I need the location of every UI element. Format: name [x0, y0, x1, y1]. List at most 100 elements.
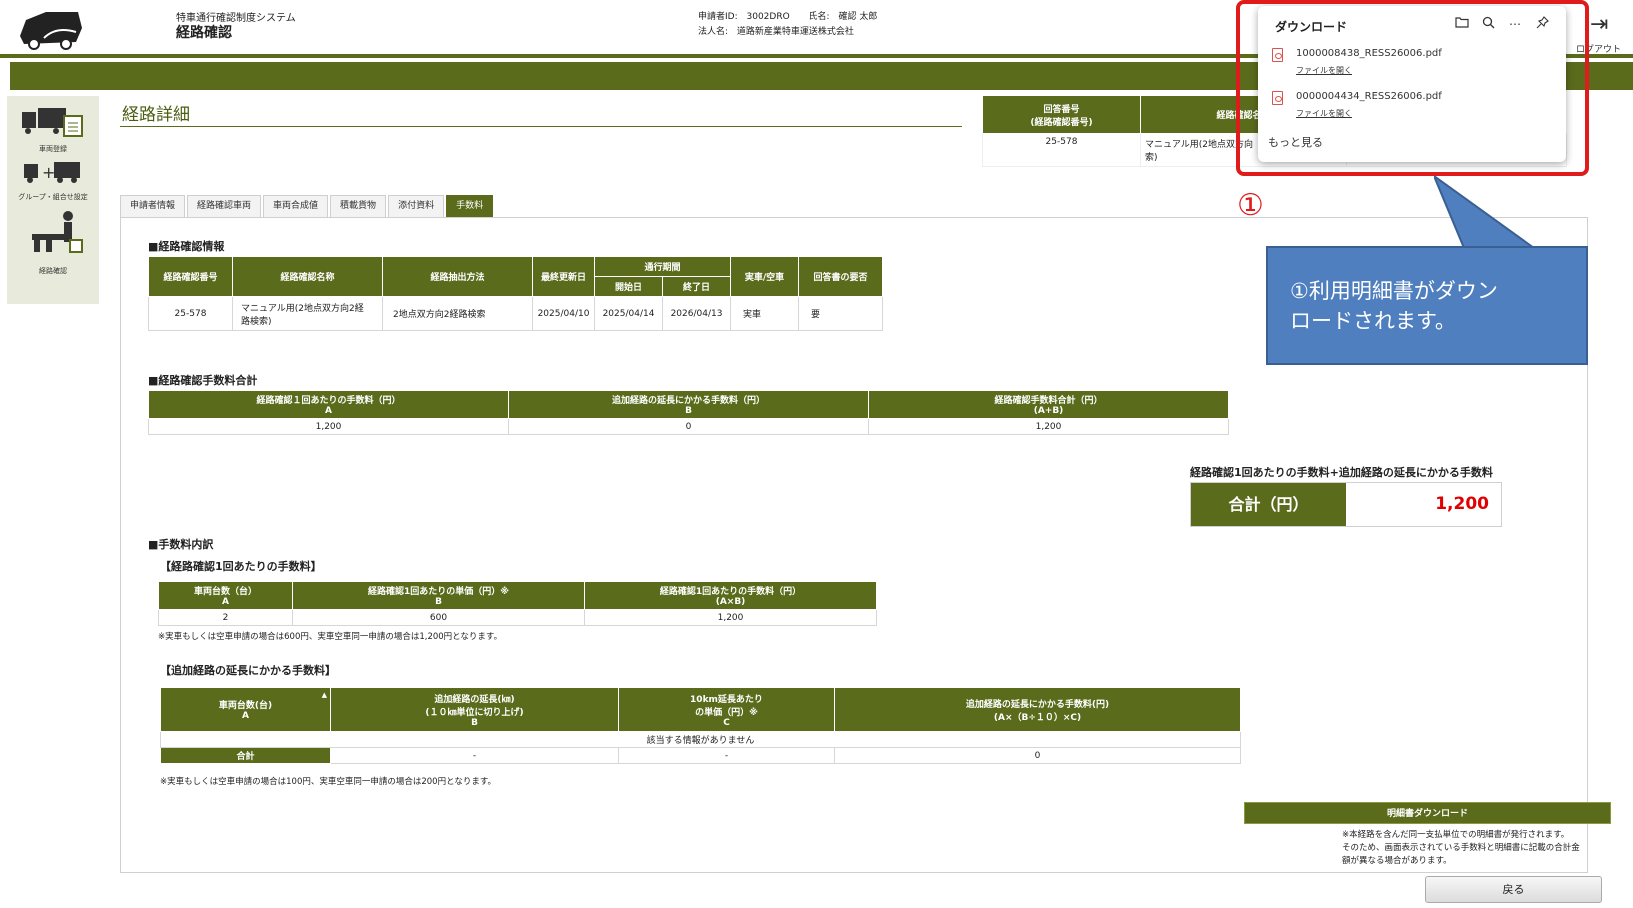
tab-route-vehicles[interactable]: 経路確認車両 — [187, 195, 262, 217]
th-ext-unit-price: 10km延長あたり の単価（円）※ C — [618, 687, 835, 732]
truck-document-icon — [22, 108, 83, 137]
th-end-date: 終了日 — [662, 276, 731, 297]
callout-line: ロードされます。 — [1290, 309, 1456, 333]
header-line: 車両台数(台) — [218, 701, 273, 711]
title-divider — [120, 126, 962, 127]
header-line: (A+B) — [1033, 406, 1064, 416]
th-fee-per-route: 経路確認１回あたりの手数料（円） A — [148, 390, 509, 419]
th-ext-vehicle-count[interactable]: 車両台数(台) A ▲ — [160, 687, 331, 732]
th-load-status: 実車/空車 — [730, 256, 799, 297]
td-fee-per-route: 1,200 — [148, 418, 509, 435]
td-unit-price: 600 — [292, 609, 585, 626]
header-line: A — [242, 711, 249, 721]
total-row-label: 合計 — [160, 747, 331, 764]
header-line: 経路確認1回あたりの手数料（円） — [659, 587, 802, 597]
th-fee-total: 経路確認手数料合計（円） (A+B) — [868, 390, 1229, 419]
th-ext-fee: 追加経路の延長にかかる手数料(円) (A×（B÷１０）×C) — [834, 687, 1241, 732]
header-line: B — [435, 597, 442, 607]
annotation-highlight-frame — [1236, 0, 1589, 176]
sidebar-item-vehicle-registration[interactable]: 車両登録 — [7, 104, 99, 154]
header-line: 回答番号 — [1043, 104, 1080, 115]
th-route-name: 経路確認名称 — [232, 256, 383, 297]
sidebar-item-label: 経路確認 — [39, 267, 67, 275]
header-line: (経路確認番号) — [1030, 117, 1093, 128]
th-route-number: 経路確認番号 — [148, 256, 233, 297]
td-extract-method: 2地点双方向2経路検索 — [382, 296, 533, 331]
cell-line: 路検索) — [241, 316, 272, 327]
th-start-date: 開始日 — [594, 276, 663, 297]
annotation-callout: ①利用明細書がダウン ロードされます。 — [1266, 246, 1588, 365]
td-per-route-fee: 1,200 — [584, 609, 877, 626]
th-period: 通行期間 — [594, 256, 731, 277]
header-line: A — [222, 597, 229, 607]
sidebar-item-route-confirmation[interactable]: 経路確認 — [7, 210, 99, 276]
header-line: 車両台数（台） — [193, 587, 257, 597]
header-line: 経路確認１回あたりの手数料（円） — [256, 396, 401, 406]
td-ext-total-fee: 0 — [834, 747, 1241, 764]
callout-line: ①利用明細書がダウン — [1290, 279, 1498, 303]
header-line: 経路確認1回あたりの単価（円）※ — [367, 587, 509, 597]
note-line: そのため、画面表示されている手数料と明細書に記載の合計金 — [1342, 843, 1580, 853]
sidebar-item-group-settings[interactable]: + グループ・組合せ設定 — [7, 158, 99, 202]
fee-total-title: ■経路確認手数料合計 — [148, 374, 258, 387]
tab-fees[interactable]: 手数料 — [446, 195, 494, 217]
header-line: 10km延長あたり — [690, 694, 763, 705]
th-per-route-fee: 経路確認1回あたりの手数料（円） (A×B) — [584, 581, 877, 610]
header-line: (A×B) — [715, 597, 746, 607]
breakdown-title: ■手数料内訳 — [148, 538, 214, 551]
logout-icon[interactable]: ⇥ — [1590, 12, 1608, 37]
corp-name: 道路新産業特車運送株式会社 — [736, 27, 854, 37]
grand-total-box: 合計（円） 1,200 — [1190, 482, 1502, 527]
td-ext-total-price: - — [618, 747, 835, 764]
th-extension-fee: 追加経路の延長にかかる手数料（円） B — [508, 390, 869, 419]
tab-attachments[interactable]: 添付資料 — [388, 195, 445, 217]
header-line: B — [471, 717, 478, 728]
td-fee-total: 1,200 — [868, 418, 1229, 435]
extension-fee-title: 【追加経路の延長にかかる手数料】 — [160, 664, 336, 677]
route-confirm-icon — [32, 211, 83, 253]
note-line: ※本経路を含んだ同一支払単位での明細書が発行されます。 — [1342, 830, 1570, 840]
td-vehicle-count: 2 — [158, 609, 293, 626]
download-note: ※本経路を含んだ同一支払単位での明細書が発行されます。 そのため、画面表示されて… — [1342, 829, 1622, 868]
grand-total-value: 1,200 — [1435, 494, 1489, 514]
statement-download-button[interactable]: 明細書ダウンロード — [1244, 802, 1611, 824]
grand-total-caption: 経路確認1回あたりの手数料+追加経路の延長にかかる手数料 — [1190, 466, 1493, 479]
header-line: C — [723, 717, 730, 728]
svg-text:+: + — [42, 163, 55, 182]
th-ext-length: 追加経路の延長(㎞) (１０㎞単位に切り上げ) B — [330, 687, 619, 732]
per-route-fee-table: 車両台数（台） A 経路確認1回あたりの単価（円）※ B 経路確認1回あたりの手… — [158, 581, 877, 626]
td-load-status: 実車 — [730, 296, 799, 331]
user-name: 確認 太郎 — [838, 12, 878, 22]
empty-message: 該当する情報がありません — [160, 731, 1241, 748]
callout-tail — [1434, 176, 1538, 249]
cell-line: マニュアル用(2地点双方向2経 — [241, 303, 364, 314]
td-start-date: 2025/04/14 — [594, 296, 663, 331]
tab-bar: 申請者情報 経路確認車両 車両合成値 積載貨物 添付資料 手数料 — [120, 195, 495, 217]
th-extract-method: 経路抽出方法 — [382, 256, 533, 297]
back-button[interactable]: 戻る — [1425, 876, 1602, 903]
td-last-updated: 2025/04/10 — [532, 296, 595, 331]
td-route-number: 25-578 — [148, 296, 233, 331]
truck-plus-icon: + — [24, 162, 80, 183]
corp-label: 法人名: — [698, 27, 729, 37]
header-line: 追加経路の延長にかかる手数料（円） — [611, 396, 765, 406]
tab-cargo[interactable]: 積載貨物 — [330, 195, 387, 217]
td-ext-total-length: - — [330, 747, 619, 764]
extension-fee-table: 車両台数(台) A ▲ 追加経路の延長(㎞) (１０㎞単位に切り上げ) B 10… — [160, 687, 1241, 764]
td-route-name: マニュアル用(2地点双方向2経 路検索) — [232, 296, 383, 331]
answer-number-cell: 25-578 — [982, 133, 1141, 167]
applicant-id-label: 申請者ID: — [698, 12, 738, 22]
app-logo — [20, 12, 82, 50]
per-route-fee-title: 【経路確認1回あたりの手数料】 — [160, 560, 322, 573]
fee-total-table: 経路確認１回あたりの手数料（円） A 追加経路の延長にかかる手数料（円） B 経… — [148, 390, 1229, 435]
tab-applicant-info[interactable]: 申請者情報 — [120, 195, 186, 217]
tab-vehicle-composite[interactable]: 車両合成値 — [263, 195, 329, 217]
td-end-date: 2026/04/13 — [662, 296, 731, 331]
th-last-updated: 最終更新日 — [532, 256, 595, 297]
note-line: 額が異なる場合があります。 — [1342, 856, 1452, 866]
header-line: の単価（円）※ — [695, 707, 758, 718]
td-extension-fee: 0 — [508, 418, 869, 435]
th-unit-price: 経路確認1回あたりの単価（円）※ B — [292, 581, 585, 610]
sort-icon[interactable]: ▲ — [322, 691, 327, 699]
header-line: 経路確認手数料合計（円） — [994, 396, 1103, 406]
